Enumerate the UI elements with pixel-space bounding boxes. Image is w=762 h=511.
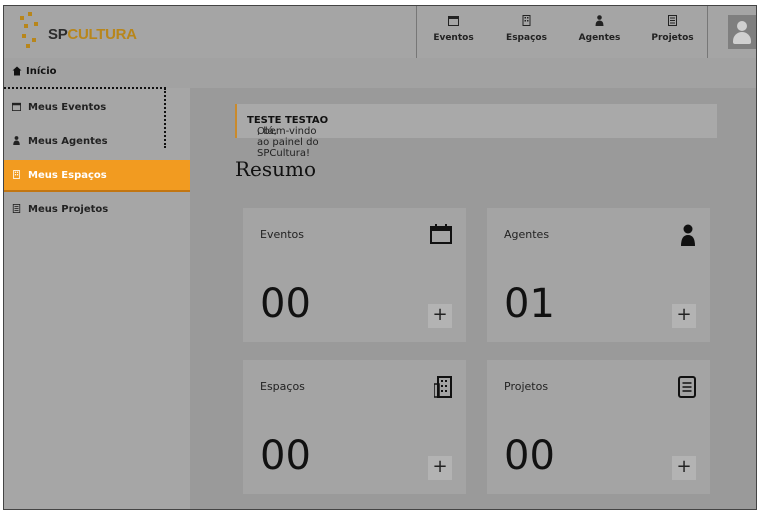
summary-card-eventos: Eventos 00 + [243,208,466,342]
calendar-icon [417,15,490,29]
top-nav: Eventos Espaços Agentes Projetos [416,6,709,58]
sidebar-item-label: Meus Projetos [28,204,109,215]
building-icon [433,376,452,403]
nav-projetos[interactable]: Projetos [636,6,709,58]
sidebar-item-label: Meus Espaços [28,170,107,181]
welcome-text: Olá, TESTE TESTAO, bem-vindo ao painel d… [247,115,329,159]
inicio-label: Início [26,66,57,77]
sidebar-item-meus-projetos[interactable]: Meus Projetos [4,194,190,226]
page-title: Resumo [235,157,317,181]
card-title: Eventos [260,228,304,241]
document-icon [12,204,21,216]
nav-agentes[interactable]: Agentes [563,6,636,58]
welcome-suffix: , bem-vindo ao painel do SPCultura! [257,126,319,159]
person-icon [563,15,636,29]
add-projeto-button[interactable]: + [672,456,696,480]
highlight-dotted-line [4,87,166,89]
card-count: 01 [504,281,555,327]
sidebar-item-label: Meus Agentes [28,136,108,147]
person-icon [12,136,21,148]
avatar-icon [728,15,756,49]
logo-cultura: CULTURA [67,26,137,43]
card-count: 00 [504,433,555,479]
card-title: Projetos [504,380,549,393]
logo-text: SPCULTURA [48,26,137,43]
calendar-icon [430,224,452,249]
summary-card-espacos: Espaços 00 + [243,360,466,494]
nav-espacos[interactable]: Espaços [490,6,563,58]
sidebar-item-meus-agentes[interactable]: Meus Agentes [4,126,190,158]
user-avatar[interactable] [707,6,756,58]
add-agente-button[interactable]: + [672,304,696,328]
document-icon [636,15,709,29]
summary-card-agentes: Agentes 01 + [487,208,710,342]
card-title: Espaços [260,380,305,393]
welcome-message: Olá, TESTE TESTAO, bem-vindo ao painel d… [235,104,717,159]
nav-agentes-label: Agentes [578,33,621,43]
welcome-user-name: TESTE TESTAO [247,115,329,126]
main-content: Olá, TESTE TESTAO, bem-vindo ao painel d… [190,88,756,509]
sidebar: Meus Eventos Meus Agentes Meus Espaços M… [4,88,190,509]
summary-card-projetos: Projetos 00 + [487,360,710,494]
nav-eventos-label: Eventos [433,33,474,43]
add-evento-button[interactable]: + [428,304,452,328]
document-icon [678,376,696,403]
spcultura-logo[interactable]: SPCULTURA [20,12,140,52]
nav-projetos-label: Projetos [651,33,694,43]
logo-sp: SP [48,26,68,43]
card-count: 00 [260,281,311,327]
calendar-icon [12,102,21,114]
building-icon [12,170,21,182]
app-window: SPCULTURA Eventos Espaços Agentes Projet… [3,5,757,510]
nav-eventos[interactable]: Eventos [417,6,490,58]
top-bar: SPCULTURA Eventos Espaços Agentes Projet… [4,6,756,59]
sidebar-item-meus-eventos[interactable]: Meus Eventos [4,92,190,124]
nav-espacos-label: Espaços [506,33,547,43]
card-count: 00 [260,433,311,479]
home-icon [12,66,22,79]
building-icon [490,15,563,29]
inicio-link[interactable]: Início [4,58,756,88]
highlight-dotted-line [164,88,166,148]
person-icon [680,224,696,251]
sidebar-item-meus-espacos[interactable]: Meus Espaços [4,160,190,192]
sidebar-item-label: Meus Eventos [28,102,107,113]
add-espaco-button[interactable]: + [428,456,452,480]
card-title: Agentes [504,228,550,241]
